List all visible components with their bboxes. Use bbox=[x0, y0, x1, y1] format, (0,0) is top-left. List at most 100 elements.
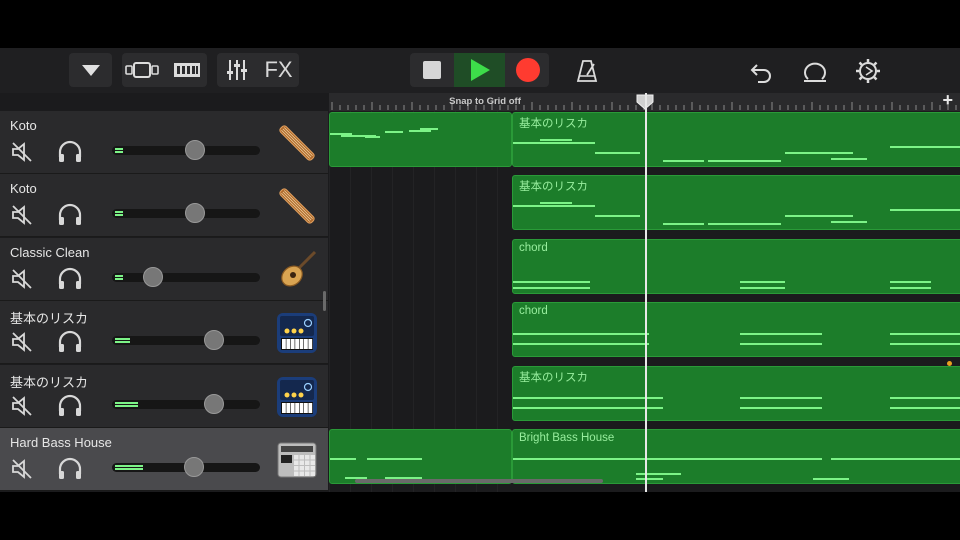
settings-button[interactable] bbox=[853, 56, 883, 86]
solo-button[interactable] bbox=[57, 394, 83, 418]
level-meter bbox=[115, 338, 130, 341]
midi-region[interactable]: 基本のリスカ bbox=[512, 112, 960, 167]
track-header[interactable]: Classic Clean bbox=[0, 237, 328, 301]
midi-note bbox=[420, 128, 438, 130]
volume-knob[interactable] bbox=[185, 140, 205, 160]
volume-knob[interactable] bbox=[204, 330, 224, 351]
mute-button[interactable] bbox=[11, 458, 33, 480]
headphones-icon bbox=[58, 140, 82, 162]
track-header[interactable]: 基本のリスカ bbox=[0, 301, 328, 365]
undo-button[interactable] bbox=[746, 56, 776, 86]
synth-keyboard-icon[interactable] bbox=[277, 376, 317, 417]
tracks-view-button[interactable] bbox=[122, 53, 164, 87]
playhead[interactable] bbox=[645, 93, 647, 492]
mute-button[interactable] bbox=[11, 141, 33, 163]
headphones-icon bbox=[58, 331, 82, 353]
synth-keyboard-icon[interactable] bbox=[277, 313, 317, 354]
mixer-button[interactable] bbox=[217, 53, 257, 87]
volume-slider[interactable] bbox=[112, 393, 260, 414]
undo-icon bbox=[750, 64, 771, 83]
record-icon bbox=[515, 58, 540, 82]
level-meter bbox=[115, 148, 123, 150]
volume-slider[interactable] bbox=[112, 330, 260, 351]
volume-slider[interactable] bbox=[112, 457, 260, 477]
browser-dropdown-icon bbox=[81, 65, 100, 76]
midi-note bbox=[890, 343, 960, 346]
midi-note bbox=[740, 333, 822, 336]
add-section-button[interactable]: + bbox=[942, 90, 953, 111]
midi-note bbox=[367, 458, 422, 460]
midi-note bbox=[385, 131, 403, 133]
garageband-tracks-view: FX Snap to Grid off + Koto Koto Classic … bbox=[0, 48, 960, 492]
volume-knob[interactable] bbox=[143, 266, 163, 287]
midi-note bbox=[540, 139, 572, 141]
track-header[interactable]: Koto bbox=[0, 111, 328, 174]
midi-region[interactable]: chord bbox=[512, 302, 960, 358]
track-header[interactable]: Hard Bass House bbox=[0, 428, 328, 491]
midi-note bbox=[785, 215, 853, 218]
midi-note bbox=[409, 130, 431, 132]
fx-button[interactable]: FX bbox=[258, 53, 299, 87]
level-meter bbox=[115, 465, 143, 467]
volume-slider[interactable] bbox=[112, 203, 260, 224]
mute-button[interactable] bbox=[11, 331, 33, 353]
volume-knob[interactable] bbox=[185, 203, 205, 224]
browser-dropdown-button[interactable] bbox=[69, 53, 112, 87]
vertical-scrollbar[interactable] bbox=[323, 291, 326, 311]
tracks-view-icon bbox=[125, 62, 159, 78]
headphones-icon bbox=[58, 204, 82, 226]
volume-slider[interactable] bbox=[112, 140, 260, 160]
mute-icon bbox=[12, 268, 32, 289]
midi-region[interactable]: Bright Bass House bbox=[512, 429, 960, 484]
live-loops-grid-icon bbox=[173, 63, 200, 77]
mute-button[interactable] bbox=[11, 204, 33, 226]
solo-button[interactable] bbox=[57, 140, 83, 164]
drum-machine-icon[interactable] bbox=[277, 440, 317, 480]
midi-note bbox=[513, 286, 590, 289]
live-loops-button[interactable] bbox=[166, 53, 207, 87]
koto-icon[interactable] bbox=[277, 186, 317, 226]
mixer-icon bbox=[227, 60, 247, 80]
midi-note bbox=[330, 458, 356, 460]
midi-note bbox=[740, 406, 822, 409]
track-name: Koto bbox=[10, 118, 37, 133]
region-label: chord bbox=[519, 305, 548, 318]
track-headers: Koto Koto Classic Clean 基本のリスカ 基本のリスカ Hard Ba… bbox=[0, 111, 329, 492]
metronome-button[interactable] bbox=[572, 56, 602, 86]
view-toggle-group bbox=[122, 53, 207, 87]
guitar-icon[interactable] bbox=[277, 250, 317, 290]
midi-region[interactable]: 基本のリスカ bbox=[512, 365, 960, 421]
track-name: 基本のリスカ bbox=[10, 311, 89, 327]
region-label: chord bbox=[519, 241, 548, 254]
mute-button[interactable] bbox=[11, 268, 33, 290]
midi-region[interactable] bbox=[329, 112, 512, 167]
midi-region[interactable] bbox=[329, 429, 512, 484]
track-header[interactable]: Koto bbox=[0, 174, 328, 238]
track-header[interactable]: 基本のリスカ bbox=[0, 364, 328, 428]
midi-region[interactable]: chord bbox=[512, 238, 960, 294]
solo-button[interactable] bbox=[57, 457, 83, 481]
solo-button[interactable] bbox=[57, 267, 83, 291]
horizontal-scrollbar[interactable] bbox=[355, 479, 603, 483]
midi-note bbox=[890, 406, 960, 409]
snap-to-grid-label[interactable]: Snap to Grid off bbox=[433, 95, 537, 109]
record-button[interactable] bbox=[506, 53, 549, 87]
midi-note bbox=[890, 280, 931, 283]
play-button[interactable] bbox=[454, 53, 505, 87]
headphones-icon bbox=[58, 267, 82, 289]
midi-note bbox=[513, 205, 595, 208]
solo-button[interactable] bbox=[57, 203, 83, 227]
volume-knob[interactable] bbox=[204, 393, 224, 414]
volume-slider[interactable] bbox=[112, 266, 260, 287]
koto-icon[interactable] bbox=[277, 123, 317, 163]
mute-button[interactable] bbox=[11, 395, 33, 417]
midi-region[interactable]: 基本のリスカ bbox=[512, 175, 960, 231]
midi-note bbox=[513, 280, 590, 283]
volume-knob[interactable] bbox=[184, 457, 204, 477]
solo-button[interactable] bbox=[57, 330, 83, 354]
loop-browser-button[interactable] bbox=[800, 56, 830, 86]
stop-button[interactable] bbox=[410, 53, 453, 87]
midi-note bbox=[813, 478, 849, 480]
track-name: 基本のリスカ bbox=[10, 374, 89, 390]
midi-note bbox=[636, 478, 663, 480]
